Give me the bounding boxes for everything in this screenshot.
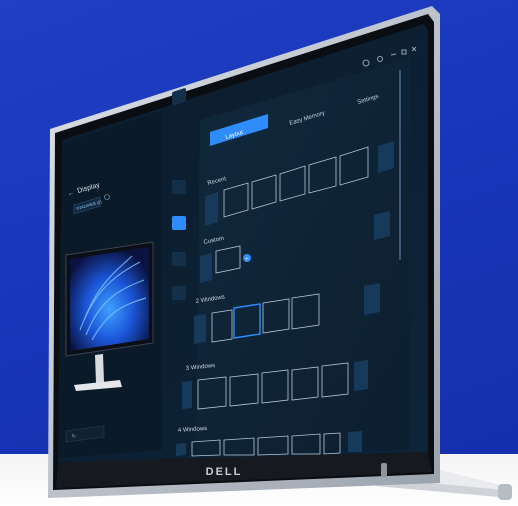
arrow-left-icon[interactable] (176, 443, 186, 456)
usb-c-port (381, 463, 387, 477)
arrow-right-icon[interactable] (378, 141, 394, 173)
dell-logo: DELL (205, 466, 243, 478)
layout-icon[interactable] (172, 216, 186, 230)
arrow-left-icon[interactable] (194, 314, 206, 344)
arrow-right-icon[interactable] (374, 211, 390, 240)
arrow-right-icon[interactable] (348, 431, 362, 452)
kickstand-foot (498, 484, 512, 500)
pip-icon[interactable] (172, 252, 186, 266)
refresh-icon: ↻ (71, 433, 76, 440)
arrow-right-icon[interactable] (364, 283, 380, 315)
arrow-left-icon[interactable] (182, 381, 192, 409)
arrow-left-icon[interactable] (205, 192, 218, 226)
display-icon[interactable] (172, 286, 186, 300)
input-icon[interactable] (172, 180, 186, 194)
preview-stand-neck (95, 354, 104, 383)
arrow-left-icon[interactable] (200, 253, 212, 283)
arrow-right-icon[interactable] (354, 360, 368, 391)
plus-glyph: + (245, 257, 249, 263)
portable-monitor: ← Display P2424HEB (2) ↻ Layout Easy Mem… (48, 6, 512, 500)
